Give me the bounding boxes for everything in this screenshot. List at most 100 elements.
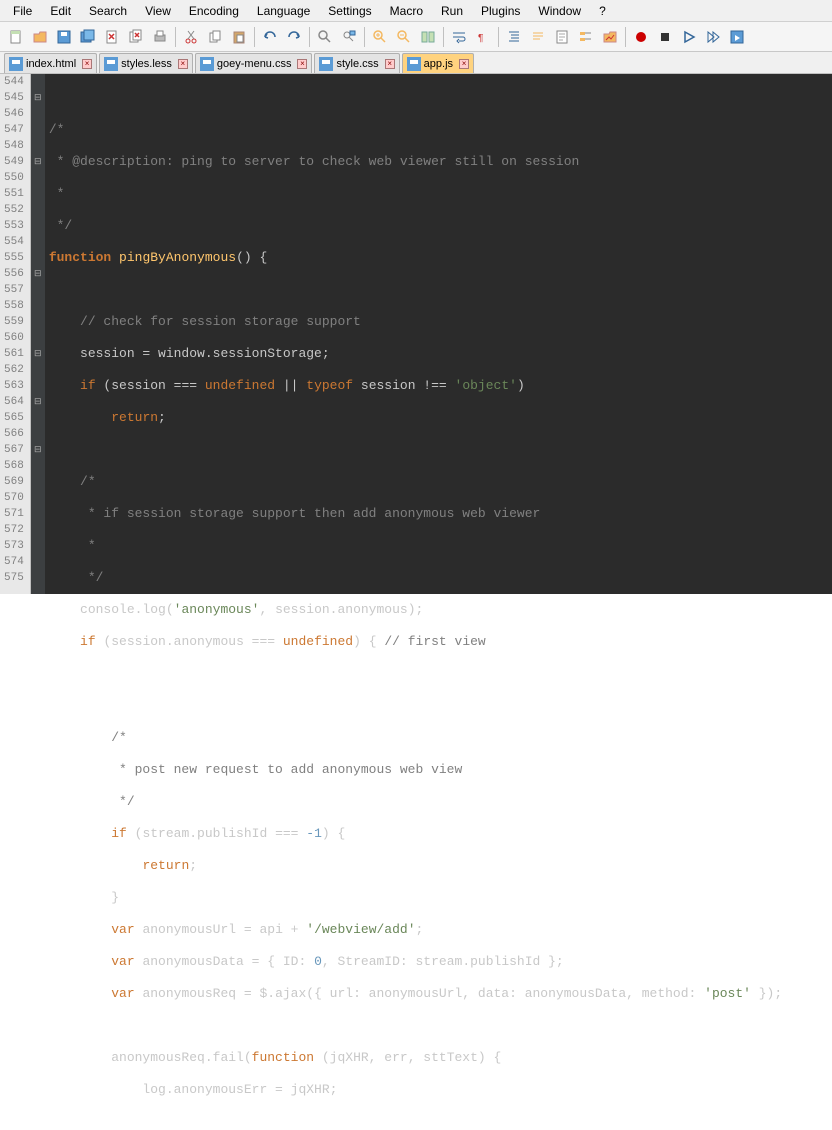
fold-marker[interactable] [31,106,45,122]
save-icon[interactable] [53,26,75,48]
save-macro-icon[interactable] [726,26,748,48]
record-macro-icon[interactable] [630,26,652,48]
fold-marker[interactable] [31,234,45,250]
fold-marker[interactable] [31,250,45,266]
indent-guide-icon[interactable] [503,26,525,48]
fold-marker[interactable]: ⊟ [31,154,45,170]
fold-marker[interactable] [31,314,45,330]
tab-goey-menu-css[interactable]: goey-menu.css× [195,53,313,73]
new-file-icon[interactable] [5,26,27,48]
menu-edit[interactable]: Edit [41,2,80,20]
save-all-icon[interactable] [77,26,99,48]
fold-marker[interactable] [31,122,45,138]
showall-icon[interactable]: ¶ [472,26,494,48]
line-number: 551 [4,186,24,202]
fold-marker[interactable] [31,490,45,506]
tab-close-icon[interactable]: × [385,59,395,69]
fold-marker[interactable] [31,474,45,490]
play-macro-icon[interactable] [678,26,700,48]
fold-marker[interactable] [31,170,45,186]
play-multi-icon[interactable] [702,26,724,48]
code-line: console.log('anonymous', session.anonymo… [49,602,832,618]
line-number: 558 [4,298,24,314]
fold-marker[interactable] [31,538,45,554]
fold-marker[interactable] [31,570,45,586]
fold-marker[interactable] [31,458,45,474]
fold-marker[interactable]: ⊟ [31,442,45,458]
tab-style-css[interactable]: style.css× [314,53,399,73]
menu-macro[interactable]: Macro [381,2,432,20]
fold-marker[interactable]: ⊟ [31,90,45,106]
fold-marker[interactable] [31,218,45,234]
doc-map-icon[interactable] [551,26,573,48]
func-list-icon[interactable] [575,26,597,48]
code-line [49,442,832,458]
close-icon[interactable] [101,26,123,48]
fold-marker[interactable] [31,330,45,346]
menu-language[interactable]: Language [248,2,319,20]
code-line: if (stream.publishId === -1) { [49,826,832,842]
replace-icon[interactable] [338,26,360,48]
menu-plugins[interactable]: Plugins [472,2,529,20]
tab-close-icon[interactable]: × [178,59,188,69]
tab-close-icon[interactable]: × [459,59,469,69]
copy-icon[interactable] [204,26,226,48]
fold-marker[interactable] [31,506,45,522]
fold-marker[interactable] [31,554,45,570]
tab-app-js[interactable]: app.js × [402,53,474,73]
fold-marker[interactable] [31,186,45,202]
menu-view[interactable]: View [136,2,180,20]
tab-label: app.js [424,58,453,70]
open-file-icon[interactable] [29,26,51,48]
zoom-in-icon[interactable] [369,26,391,48]
code-editor[interactable]: 5445455465475485495505515525535545555565… [0,74,832,594]
line-number: 552 [4,202,24,218]
tab-close-icon[interactable]: × [297,59,307,69]
close-all-icon[interactable] [125,26,147,48]
stop-macro-icon[interactable] [654,26,676,48]
undo-icon[interactable] [259,26,281,48]
fold-marker[interactable] [31,202,45,218]
fold-marker[interactable] [31,74,45,90]
code-line: function pingByAnonymous() { [49,250,832,266]
paste-icon[interactable] [228,26,250,48]
zoom-out-icon[interactable] [393,26,415,48]
fold-marker[interactable] [31,426,45,442]
line-number: 550 [4,170,24,186]
sync-view-icon[interactable] [417,26,439,48]
fold-marker[interactable] [31,138,45,154]
menu-encoding[interactable]: Encoding [180,2,248,20]
fold-marker[interactable]: ⊟ [31,266,45,282]
tab-close-icon[interactable]: × [82,59,92,69]
fold-marker[interactable]: ⊟ [31,394,45,410]
wordwrap-icon[interactable] [448,26,470,48]
user-lang-icon[interactable] [527,26,549,48]
folder-icon[interactable] [599,26,621,48]
menu-search[interactable]: Search [80,2,136,20]
print-icon[interactable] [149,26,171,48]
menu-help[interactable]: ? [590,2,615,20]
fold-marker[interactable] [31,410,45,426]
menu-run[interactable]: Run [432,2,472,20]
menu-file[interactable]: File [4,2,41,20]
fold-marker[interactable] [31,522,45,538]
tab-index-html[interactable]: index.html× [4,53,97,73]
redo-icon[interactable] [283,26,305,48]
fold-marker[interactable]: ⊟ [31,346,45,362]
fold-marker[interactable] [31,298,45,314]
menu-window[interactable]: Window [529,2,590,20]
code-area[interactable]: /* * @description: ping to server to che… [45,74,832,594]
fold-marker[interactable] [31,282,45,298]
code-line: var anonymousReq = $.ajax({ url: anonymo… [49,986,832,1002]
line-number: 563 [4,378,24,394]
find-icon[interactable] [314,26,336,48]
line-number: 572 [4,522,24,538]
menu-settings[interactable]: Settings [319,2,380,20]
tab-styles-less[interactable]: styles.less× [99,53,193,73]
fold-marker[interactable] [31,362,45,378]
file-icon [319,57,333,71]
separator [443,27,444,47]
fold-marker[interactable] [31,378,45,394]
cut-icon[interactable] [180,26,202,48]
separator [309,27,310,47]
